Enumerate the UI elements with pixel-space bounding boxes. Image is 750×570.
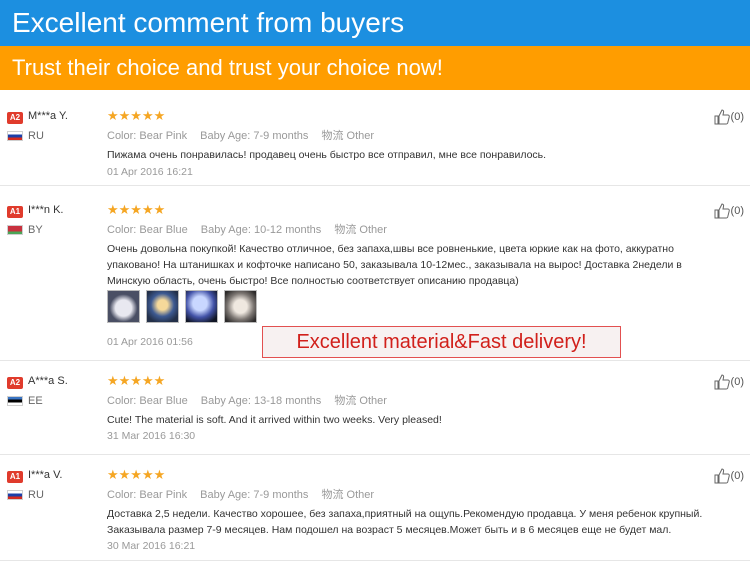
buyer-level-badge: A2 <box>7 377 23 389</box>
belarus-flag-icon <box>7 225 23 235</box>
color-value: Bear Blue <box>139 224 188 236</box>
color-label: Color: <box>107 224 137 236</box>
shipping-label: 物流 <box>334 395 357 407</box>
like-count: (0) <box>730 205 744 217</box>
russia-flag-icon <box>7 490 23 500</box>
review-photo-thumbnail[interactable] <box>146 290 179 323</box>
rating-stars: ★★★★★ <box>107 373 166 388</box>
review-date: 30 Mar 2016 16:21 <box>107 540 196 552</box>
buyer-name: A***a S. <box>28 375 68 387</box>
buyer-name: I***a V. <box>28 469 63 481</box>
order-attributes: Color: Bear Blue Baby Age: 13-18 months … <box>107 392 387 408</box>
like-button[interactable]: (0) <box>714 203 744 219</box>
age-label: Baby Age: <box>200 489 251 501</box>
buyer-country: BY <box>28 224 43 236</box>
rating-stars: ★★★★★ <box>107 467 166 482</box>
age-label: Baby Age: <box>200 395 251 407</box>
thumbs-up-icon <box>714 203 730 219</box>
age-value: 7-9 months <box>253 489 309 501</box>
order-attributes: Color: Bear Blue Baby Age: 10-12 months … <box>107 221 387 237</box>
shipping-value: Other <box>346 130 375 142</box>
review-text: Cute! The material is soft. And it arriv… <box>107 414 442 426</box>
banner-title: Excellent comment from buyers <box>0 0 750 46</box>
shipping-value: Other <box>346 489 375 501</box>
buyer-level-badge: A2 <box>7 112 23 124</box>
review-photo-thumbnail[interactable] <box>224 290 257 323</box>
review-date: 01 Apr 2016 01:56 <box>107 336 193 348</box>
like-count: (0) <box>730 470 744 482</box>
like-button[interactable]: (0) <box>714 109 744 125</box>
shipping-label: 物流 <box>321 489 344 501</box>
review-date: 31 Mar 2016 16:30 <box>107 430 196 442</box>
age-label: Baby Age: <box>200 224 251 236</box>
thumbs-up-icon <box>714 374 730 390</box>
order-attributes: Color: Bear Pink Baby Age: 7-9 months 物流… <box>107 127 374 143</box>
shipping-value: Other <box>359 395 387 407</box>
color-label: Color: <box>107 395 137 407</box>
review-photos <box>107 290 257 323</box>
color-value: Bear Blue <box>139 395 188 407</box>
review-text: Пижама очень понравилась! продавец очень… <box>107 149 547 161</box>
banner-subtitle: Trust their choice and trust your choice… <box>0 46 750 90</box>
age-value: 13-18 months <box>254 395 322 407</box>
rating-stars: ★★★★★ <box>107 202 166 217</box>
like-count: (0) <box>730 111 744 123</box>
shipping-label: 物流 <box>334 224 357 236</box>
buyer-name: M***a Y. <box>28 110 68 122</box>
buyer-level-badge: A1 <box>7 471 23 483</box>
promo-callout: Excellent material&Fast delivery! <box>262 326 621 358</box>
review-item: A1 I***a V. RU ★★★★★ Color: Bear Pink Ba… <box>0 467 750 561</box>
like-button[interactable]: (0) <box>714 374 744 390</box>
color-value: Bear Pink <box>139 489 188 501</box>
age-value: 7-9 months <box>253 130 309 142</box>
buyer-country: EE <box>28 395 43 407</box>
buyer-level-badge: A1 <box>7 206 23 218</box>
age-value: 10-12 months <box>254 224 322 236</box>
order-attributes: Color: Bear Pink Baby Age: 7-9 months 物流… <box>107 486 374 502</box>
like-count: (0) <box>730 376 744 388</box>
review-text: Доставка 2,5 недели. Качество хорошее, б… <box>107 508 703 536</box>
color-label: Color: <box>107 130 137 142</box>
color-value: Bear Pink <box>139 130 188 142</box>
color-label: Color: <box>107 489 137 501</box>
like-button[interactable]: (0) <box>714 468 744 484</box>
shipping-value: Other <box>359 224 387 236</box>
buyer-name: I***n K. <box>28 204 64 216</box>
buyer-country: RU <box>28 130 44 142</box>
review-text: Очень довольна покупкой! Качество отличн… <box>107 243 682 287</box>
estonia-flag-icon <box>7 396 23 406</box>
shipping-label: 物流 <box>321 130 344 142</box>
review-date: 01 Apr 2016 16:21 <box>107 166 193 178</box>
review-photo-thumbnail[interactable] <box>107 290 140 323</box>
thumbs-up-icon <box>714 109 730 125</box>
rating-stars: ★★★★★ <box>107 108 166 123</box>
buyer-country: RU <box>28 489 44 501</box>
russia-flag-icon <box>7 131 23 141</box>
review-item: A2 M***a Y. RU ★★★★★ Color: Bear Pink Ba… <box>0 108 750 186</box>
age-label: Baby Age: <box>200 130 251 142</box>
review-photo-thumbnail[interactable] <box>185 290 218 323</box>
review-item: A2 A***a S. EE ★★★★★ Color: Bear Blue Ba… <box>0 373 750 455</box>
thumbs-up-icon <box>714 468 730 484</box>
